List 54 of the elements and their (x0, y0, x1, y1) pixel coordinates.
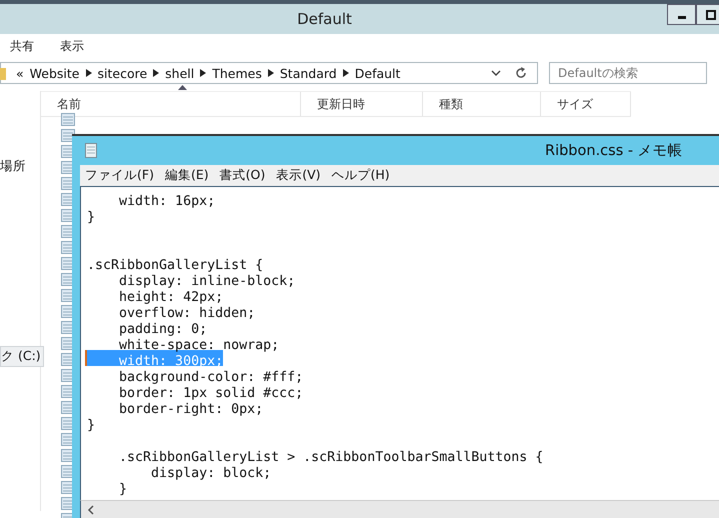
search-field[interactable]: Defaultの検索 (549, 62, 707, 84)
column-header[interactable]: 種類 (423, 92, 541, 116)
breadcrumb[interactable]: Website (30, 66, 80, 80)
code-line: .scRibbonGalleryList > .scRibbonToolbarSmallButtons { (118, 450, 544, 466)
chevron-icon (153, 69, 160, 77)
overflow-chevron[interactable]: « (16, 66, 24, 80)
ribbon-tab[interactable]: 表示 (60, 38, 94, 54)
column-header[interactable]: サイズ (541, 92, 631, 116)
minimize-icon (678, 16, 686, 19)
code-line: height: 42px; (118, 290, 224, 306)
column-header[interactable]: 更新日時 (301, 92, 423, 116)
code-line: border: 1px solid #ccc; (118, 386, 304, 402)
breadcrumb[interactable]: Standard (280, 66, 337, 80)
ribbon-tab[interactable]: 共有 (10, 38, 44, 54)
notepad-icon (85, 143, 98, 158)
menu-item[interactable]: ファイル(F) (85, 167, 154, 184)
chevron-icon (268, 69, 274, 77)
menu-item[interactable]: 書式(O) (220, 167, 266, 184)
window-title: Default (297, 10, 352, 28)
nav-item[interactable]: 場所 (0, 157, 28, 176)
code-line: padding: 0; (118, 322, 208, 338)
code-line: width: 16px; (118, 194, 216, 210)
refresh-icon[interactable] (515, 67, 527, 79)
menu-item[interactable]: 表示(V) (276, 167, 321, 184)
code-line: background-color: #fff; (118, 370, 304, 386)
code-line: display: inline-block; (118, 274, 296, 290)
breadcrumb[interactable]: shell (165, 66, 194, 80)
code-line: } (87, 210, 96, 226)
code-line: } (118, 482, 128, 498)
code-line: border-right: 0px; (118, 402, 264, 418)
code-line: white-space: nowrap; (118, 338, 280, 354)
breadcrumb[interactable]: Themes (212, 66, 262, 80)
chevron-icon (342, 69, 349, 77)
dropdown-icon[interactable] (491, 70, 501, 76)
chevron-icon (200, 69, 206, 77)
nav-item[interactable]: ク (C:) (0, 346, 44, 367)
chevron-icon (86, 69, 92, 77)
minimize-button[interactable] (667, 4, 696, 25)
menu-item[interactable]: ヘルプ(H) (332, 167, 390, 184)
maximize-icon (706, 10, 716, 20)
menu-item[interactable]: 編集(E) (164, 167, 209, 184)
breadcrumb[interactable]: Default (354, 66, 400, 80)
code-line: width: 300px; (118, 354, 224, 370)
address-bar[interactable]: « Website sitecore shell Themes Standard Default (0, 62, 538, 84)
code-line: display: block; (150, 466, 272, 482)
code-line: overflow: hidden; (118, 306, 256, 322)
folder-icon (0, 66, 6, 80)
code-line: .scRibbonGalleryList { (87, 258, 264, 274)
breadcrumb[interactable]: sitecore (98, 66, 148, 80)
window-title: Ribbon.css - メモ帳 (545, 142, 683, 160)
scroll-left-icon[interactable] (87, 505, 94, 515)
maximize-button[interactable] (696, 4, 719, 25)
code-line: } (87, 418, 96, 434)
file-icon[interactable] (61, 128, 75, 142)
